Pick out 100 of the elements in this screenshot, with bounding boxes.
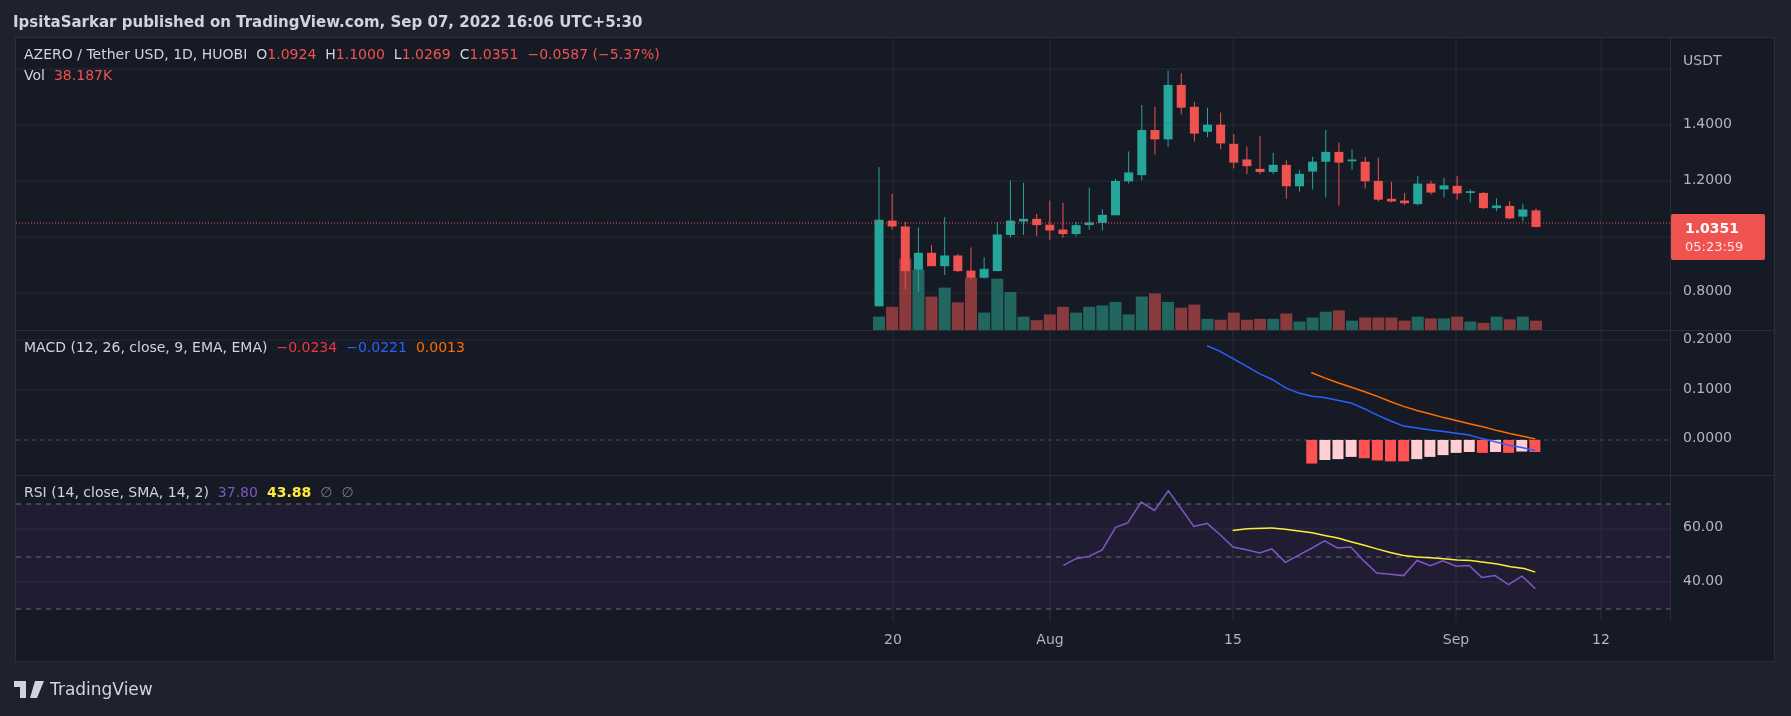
volume-bar xyxy=(1411,316,1424,330)
date-tick: Sep xyxy=(1442,631,1470,647)
candle xyxy=(900,221,910,290)
volume-bar xyxy=(1175,307,1188,330)
volume-value: 38.187K xyxy=(53,67,113,83)
histogram-bar xyxy=(1411,439,1423,460)
histogram-bar xyxy=(1345,439,1357,457)
histogram-bar xyxy=(1463,439,1475,452)
histogram-bar xyxy=(1385,439,1396,462)
macd-value: 0.0013 xyxy=(415,339,465,355)
candle xyxy=(1465,188,1475,203)
ohlc-value: H1.1000 xyxy=(325,46,385,62)
brand-logo-icon xyxy=(14,680,44,698)
candle xyxy=(953,253,963,273)
date-tick: 15 xyxy=(1224,631,1242,647)
histogram-bar xyxy=(1332,439,1344,460)
price-change: −0.0587 (−5.37%) xyxy=(527,46,660,62)
candle xyxy=(1203,107,1212,138)
candle xyxy=(1176,72,1186,115)
candle xyxy=(1216,112,1226,150)
macd-value: −0.0221 xyxy=(346,339,407,355)
candle xyxy=(913,226,923,293)
candle xyxy=(1084,187,1094,231)
candle xyxy=(1360,156,1370,189)
candle xyxy=(1426,180,1436,195)
symbol-title: AZERO / Tether USD, 1D, HUOBI xyxy=(24,46,248,62)
date-tick: 20 xyxy=(884,631,902,647)
candle xyxy=(979,256,989,280)
histogram-bar xyxy=(1424,439,1436,457)
candle xyxy=(1373,157,1383,202)
candle xyxy=(1189,101,1199,143)
candle xyxy=(1400,192,1410,206)
ohlc-value: C1.0351 xyxy=(459,46,519,62)
candle xyxy=(1268,152,1278,175)
volume-bar xyxy=(1516,316,1529,330)
volume-bar xyxy=(1162,301,1175,330)
histogram-bar xyxy=(1306,439,1318,464)
ohlc-value: O1.0924 xyxy=(256,46,317,62)
histogram-bar xyxy=(1450,439,1462,453)
macd-tick: 0.1000 xyxy=(1683,380,1732,396)
volume-bar xyxy=(1530,320,1542,330)
candle xyxy=(992,221,1002,272)
candle xyxy=(1229,133,1239,169)
histogram-bar xyxy=(1490,439,1501,452)
rsi-tick: 40.00 xyxy=(1683,572,1724,588)
macd-value: −0.0234 xyxy=(276,339,338,355)
candle xyxy=(1097,209,1107,231)
last-price: 1.0351 xyxy=(1685,218,1741,238)
histogram-bar xyxy=(1398,439,1410,462)
histogram-bar xyxy=(1371,439,1383,461)
volume-bar xyxy=(1267,318,1280,330)
price-tick: 0.8000 xyxy=(1683,282,1732,298)
candle xyxy=(927,244,937,267)
candle xyxy=(1045,200,1055,241)
volume-label: Vol xyxy=(24,67,45,83)
candle xyxy=(1452,175,1462,201)
candle xyxy=(1242,146,1252,175)
volume-bar xyxy=(1359,317,1372,330)
date-tick: Aug xyxy=(1036,631,1064,647)
ohlc-value: L1.0269 xyxy=(393,46,451,62)
volume-bar xyxy=(1438,318,1450,330)
rsi-tick: 60.00 xyxy=(1683,518,1724,534)
volume-bar xyxy=(1083,306,1096,330)
macd-title: MACD (12, 26, close, 9, EMA, EMA) xyxy=(24,339,268,355)
histogram-bar xyxy=(1476,439,1488,453)
candle xyxy=(1150,106,1160,156)
volume-bar xyxy=(1070,312,1083,330)
candle xyxy=(1334,142,1344,206)
candle xyxy=(1255,135,1265,175)
candle xyxy=(1492,197,1502,212)
candle xyxy=(940,216,950,276)
candle xyxy=(1295,169,1304,193)
candle xyxy=(1321,129,1331,198)
candle xyxy=(1439,177,1449,198)
rsi-value: ∅ xyxy=(341,484,354,500)
publisher-caption: IpsitaSarkar published on TradingView.com, Sep 07, 2022 16:06 UTC+5:30 xyxy=(13,12,643,31)
rsi-value: ∅ xyxy=(320,484,333,500)
candle xyxy=(1281,159,1291,200)
volume-bar xyxy=(1398,320,1411,330)
candle xyxy=(1058,202,1068,239)
candle xyxy=(1005,179,1015,239)
histogram-bar xyxy=(1516,439,1528,452)
candle xyxy=(887,193,897,231)
volume-bar xyxy=(1503,319,1516,330)
histogram-bar xyxy=(1437,439,1449,456)
candle xyxy=(1019,182,1029,236)
candle xyxy=(1505,200,1515,220)
volume-bar xyxy=(1148,293,1161,330)
macd-tick: 0.2000 xyxy=(1683,330,1732,346)
candle xyxy=(1413,175,1423,206)
price-tick: 1.2000 xyxy=(1683,171,1732,187)
candle xyxy=(1124,150,1134,185)
brand-name: TradingView xyxy=(50,679,153,699)
price-tick: 1.4000 xyxy=(1683,115,1732,131)
rsi-value: 43.88 xyxy=(266,484,312,500)
candle xyxy=(966,246,976,280)
volume-bar xyxy=(1424,318,1437,330)
candle xyxy=(1111,178,1120,216)
volume-bar xyxy=(1372,317,1385,330)
rsi-value: 37.80 xyxy=(217,484,258,500)
